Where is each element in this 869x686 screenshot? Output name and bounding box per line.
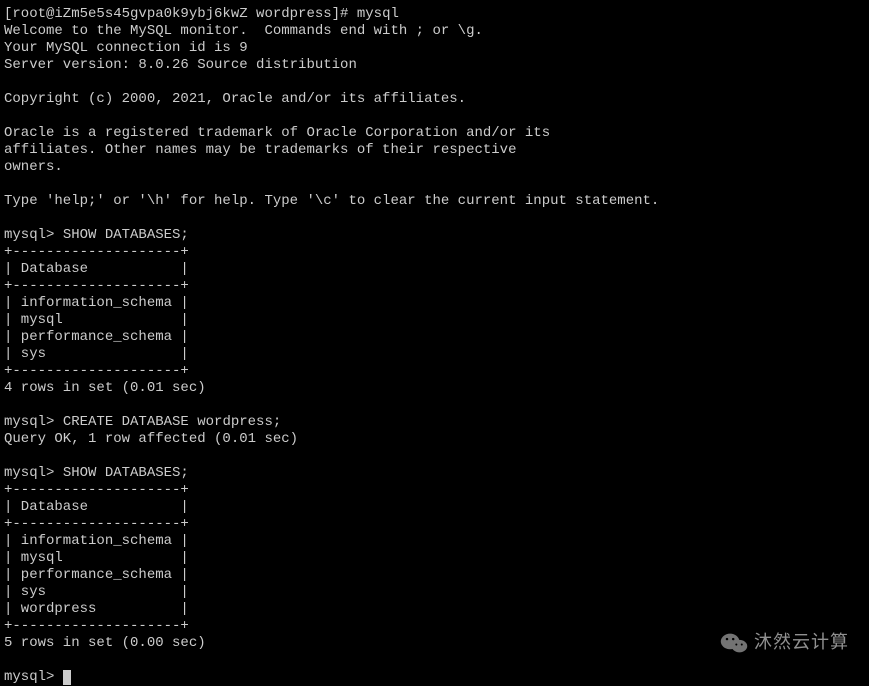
mysql-prompt-line: mysql> CREATE DATABASE wordpress;	[4, 414, 865, 431]
welcome-line: affiliates. Other names may be trademark…	[4, 142, 865, 159]
welcome-line: owners.	[4, 159, 865, 176]
terminal-output: [root@iZm5e5s45gvpa0k9ybj6kwZ wordpress]…	[4, 6, 865, 686]
table-header: | Database |	[4, 499, 865, 516]
table-row: | information_schema |	[4, 295, 865, 312]
table-row: | performance_schema |	[4, 329, 865, 346]
mysql-prompt-line[interactable]: mysql>	[4, 669, 865, 686]
welcome-line: Type 'help;' or '\h' for help. Type '\c'…	[4, 193, 865, 210]
welcome-line: Your MySQL connection id is 9	[4, 40, 865, 57]
watermark: 沐然云计算	[720, 631, 849, 655]
table-row: | mysql |	[4, 550, 865, 567]
table-row: | mysql |	[4, 312, 865, 329]
mysql-prompt-line: mysql> SHOW DATABASES;	[4, 465, 865, 482]
wechat-icon	[720, 631, 748, 655]
welcome-line: Server version: 8.0.26 Source distributi…	[4, 57, 865, 74]
watermark-text: 沐然云计算	[754, 632, 849, 654]
table-row: | information_schema |	[4, 533, 865, 550]
mysql-prompt: mysql>	[4, 465, 63, 481]
table-row: | performance_schema |	[4, 567, 865, 584]
shell-prompt: [root@iZm5e5s45gvpa0k9ybj6kwZ wordpress]…	[4, 6, 865, 23]
table-header: | Database |	[4, 261, 865, 278]
blank-line	[4, 448, 865, 465]
mysql-command: CREATE DATABASE wordpress;	[63, 414, 281, 430]
welcome-line	[4, 108, 865, 125]
table-row: | sys |	[4, 584, 865, 601]
welcome-line	[4, 74, 865, 91]
table-row: | wordpress |	[4, 601, 865, 618]
mysql-prompt: mysql>	[4, 414, 63, 430]
table-border: +--------------------+	[4, 278, 865, 295]
mysql-command: SHOW DATABASES;	[63, 227, 189, 243]
mysql-command: SHOW DATABASES;	[63, 465, 189, 481]
table-row: | sys |	[4, 346, 865, 363]
shell-command: mysql	[357, 6, 399, 22]
shell-prompt-text: [root@iZm5e5s45gvpa0k9ybj6kwZ wordpress]…	[4, 6, 357, 22]
mysql-prompt-line: mysql> SHOW DATABASES;	[4, 227, 865, 244]
cursor-icon	[63, 670, 71, 685]
result-summary: 4 rows in set (0.01 sec)	[4, 380, 865, 397]
mysql-prompt: mysql>	[4, 227, 63, 243]
result-summary: Query OK, 1 row affected (0.01 sec)	[4, 431, 865, 448]
welcome-line: Oracle is a registered trademark of Orac…	[4, 125, 865, 142]
table-border: +--------------------+	[4, 516, 865, 533]
mysql-prompt: mysql>	[4, 669, 63, 685]
blank-line	[4, 397, 865, 414]
table-border: +--------------------+	[4, 244, 865, 261]
welcome-line	[4, 210, 865, 227]
welcome-line: Copyright (c) 2000, 2021, Oracle and/or …	[4, 91, 865, 108]
welcome-line: Welcome to the MySQL monitor. Commands e…	[4, 23, 865, 40]
welcome-line	[4, 176, 865, 193]
table-border: +--------------------+	[4, 482, 865, 499]
table-border: +--------------------+	[4, 363, 865, 380]
